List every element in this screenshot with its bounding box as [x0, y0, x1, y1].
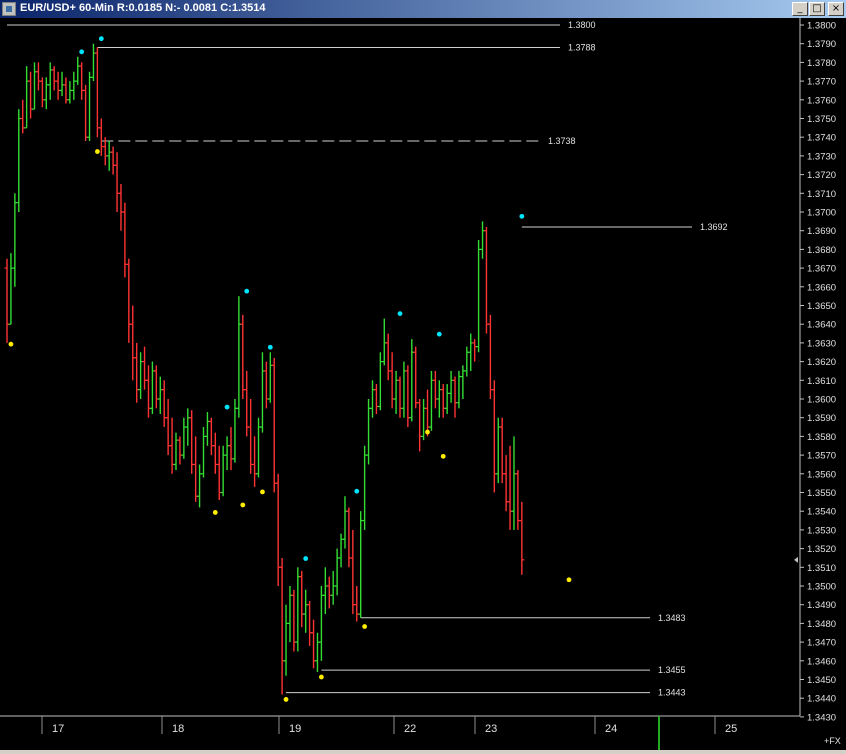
time-label: 22 — [404, 723, 416, 735]
swing-low-marker — [212, 510, 218, 515]
swing-high-marker — [303, 556, 309, 561]
swing-low-marker — [425, 429, 430, 435]
swing-low-marker — [283, 697, 289, 702]
time-label: 17 — [52, 723, 64, 735]
level-label: 1.3455 — [658, 665, 686, 675]
swing-low-marker — [566, 577, 572, 583]
price-axis: 1.3800 1.3790 1.3780 1.3770 1.3760 1.3750 1.37… — [794, 18, 846, 750]
window-titlebar[interactable]: EUR/USD+ 60-Min R:0.0185 N:- 0.0081 C:1.… — [0, 0, 846, 18]
swing-high-marker — [224, 404, 230, 410]
price-tick-label: 1.3500 — [807, 582, 836, 593]
price-tick-label: 1.3560 — [807, 469, 836, 480]
chart-area[interactable]: 1.3800 1.3788 1.3738 1.3692 1.3483 1.3455 1.34… — [0, 18, 846, 750]
time-axis-bg — [0, 716, 800, 750]
swing-low-marker — [240, 502, 246, 508]
price-tick-label: 1.3680 — [807, 245, 836, 256]
price-tick-label: 1.3740 — [807, 133, 836, 144]
price-tick-label: 1.3520 — [807, 544, 836, 555]
price-tick-label: 1.3440 — [807, 694, 836, 705]
swing-low-marker — [362, 624, 368, 629]
price-chart[interactable]: 1.3800 1.3788 1.3738 1.3692 1.3483 1.3455 1.34… — [0, 18, 846, 750]
price-tick-label: 1.3460 — [807, 656, 836, 667]
window-title: EUR/USD+ 60-Min R:0.0185 N:- 0.0081 C:1.… — [20, 2, 266, 14]
time-axis: 17 18 19 22 23 24 25 +FX — [0, 715, 841, 750]
level-label: 1.3738 — [548, 136, 576, 146]
price-tick-label: 1.3770 — [807, 77, 836, 88]
time-label: 24 — [605, 723, 617, 735]
price-tick-label: 1.3730 — [807, 151, 836, 162]
time-label: 25 — [725, 723, 737, 735]
price-tick-label: 1.3720 — [807, 170, 836, 181]
swing-high-marker — [267, 344, 273, 350]
price-tick-label: 1.3690 — [807, 226, 836, 237]
level-label: 1.3483 — [658, 613, 686, 623]
price-tick-label: 1.3470 — [807, 638, 836, 649]
price-tick-label: 1.3700 — [807, 208, 836, 219]
price-tick-label: 1.3630 — [807, 338, 836, 349]
price-tick-label: 1.3710 — [807, 189, 836, 200]
swing-low-marker — [319, 674, 324, 680]
time-label: 18 — [172, 723, 184, 735]
swing-low-marker — [8, 341, 14, 347]
swing-high-marker — [244, 288, 250, 294]
price-tick-label: 1.3490 — [807, 600, 836, 611]
price-tick-label: 1.3600 — [807, 395, 836, 406]
price-tick-label: 1.3550 — [807, 488, 836, 499]
swing-high-marker — [519, 213, 525, 219]
swing-high-marker — [354, 488, 360, 494]
level-label: 1.3800 — [568, 20, 596, 30]
price-tick-label: 1.3610 — [807, 376, 836, 387]
price-tick-label: 1.3790 — [807, 39, 836, 50]
price-tick-label: 1.3670 — [807, 264, 836, 275]
corner-label: +FX — [824, 736, 841, 746]
price-tick-label: 1.3580 — [807, 432, 836, 443]
price-tick-label: 1.3590 — [807, 413, 836, 424]
price-tick-label: 1.3660 — [807, 282, 836, 293]
price-tick-label: 1.3450 — [807, 675, 836, 686]
price-tick-label: 1.3760 — [807, 95, 836, 106]
swing-low-marker — [94, 149, 100, 154]
price-tick-label: 1.3570 — [807, 451, 836, 462]
chart-app-icon[interactable] — [2, 2, 16, 16]
time-label: 23 — [485, 723, 497, 735]
price-tick-label: 1.3530 — [807, 525, 836, 536]
level-label: 1.3692 — [700, 222, 728, 232]
close-button[interactable]: × — [828, 2, 844, 16]
level-label: 1.3443 — [658, 688, 686, 698]
price-tick-label: 1.3800 — [807, 21, 836, 32]
price-tick-label: 1.3780 — [807, 58, 836, 69]
price-tick-label: 1.3650 — [807, 301, 836, 312]
price-tick-label: 1.3540 — [807, 507, 836, 518]
swing-high-marker — [436, 331, 442, 337]
price-tick-label: 1.3640 — [807, 320, 836, 331]
swing-low-marker — [440, 453, 446, 459]
price-tick-label: 1.3750 — [807, 114, 836, 125]
chart-background — [0, 18, 846, 750]
swing-high-marker — [397, 311, 403, 316]
swing-low-marker — [260, 489, 265, 495]
price-tick-label: 1.3510 — [807, 563, 836, 574]
price-tick-label: 1.3480 — [807, 619, 836, 630]
level-label: 1.3788 — [568, 42, 596, 52]
price-tick-label: 1.3620 — [807, 357, 836, 368]
minimize-button[interactable]: _ — [792, 2, 808, 16]
time-label: 19 — [289, 723, 301, 735]
maximize-button[interactable]: □ — [809, 2, 825, 16]
swing-high-marker — [79, 49, 85, 55]
swing-high-marker — [98, 36, 104, 42]
plot-area: 1.3800 1.3788 1.3738 1.3692 1.3483 1.3455 1.34… — [0, 18, 846, 750]
price-tick-label: 1.3430 — [807, 712, 836, 723]
